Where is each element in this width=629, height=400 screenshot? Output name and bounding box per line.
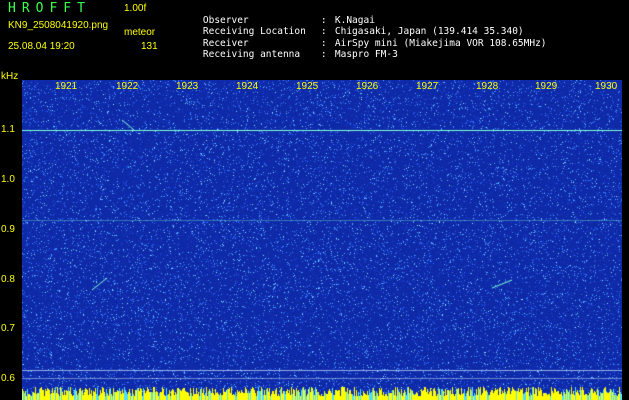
- info-value: Maspro FM-3: [334, 49, 398, 60]
- observation-info: Observer: K.Nagai Receiving Location: Chig…: [180, 3, 547, 61]
- app-title: HROFFT: [8, 1, 91, 16]
- x-tick-label: 1930: [595, 81, 618, 92]
- info-colon: :: [320, 26, 327, 37]
- datetime-label: 25.08.04 19:20: [8, 41, 75, 52]
- info-key: Receiver: [202, 37, 249, 49]
- x-tick-label: 1927: [416, 81, 439, 92]
- x-tick-label: 1929: [535, 81, 558, 92]
- info-value: K.Nagai: [334, 14, 375, 26]
- info-colon: :: [320, 49, 327, 60]
- info-key: Receiving Location: [202, 26, 306, 37]
- x-tick-label: 1923: [176, 81, 199, 92]
- mode-label: meteor: [124, 27, 156, 38]
- info-key: Receiving antenna: [202, 49, 301, 60]
- x-tick-label: 1922: [116, 81, 139, 92]
- y-tick-label: 0.7: [1, 323, 15, 334]
- info-row-observer: Observer: K.Nagai: [180, 3, 547, 26]
- y-tick-label: 0.8: [1, 274, 15, 285]
- info-colon: :: [320, 37, 327, 49]
- y-tick-label: 1.1: [1, 124, 15, 135]
- info-colon: :: [320, 14, 327, 26]
- info-value: Chigasaki, Japan (139.414 35.340): [334, 26, 524, 37]
- info-key: Observer: [202, 14, 249, 26]
- x-tick-label: 1921: [55, 81, 78, 92]
- x-tick-label: 1924: [236, 81, 259, 92]
- y-tick-label: 1.0: [1, 174, 15, 185]
- x-tick-label: 1928: [476, 81, 499, 92]
- x-tick-label: 1925: [296, 81, 319, 92]
- info-value: AirSpy mini (Miakejima VOR 108.65MHz): [334, 37, 547, 49]
- x-tick-label: 1926: [356, 81, 379, 92]
- spectrogram-edge: [622, 80, 629, 400]
- y-tick-label: 0.9: [1, 224, 15, 235]
- frequency-unit: kHz: [1, 71, 19, 82]
- filename-label: KN9_2508041920.png: [8, 20, 109, 31]
- y-tick-label: 0.6: [1, 373, 15, 384]
- version-label: 1.00f: [124, 3, 147, 14]
- spectrogram-display: [22, 80, 622, 400]
- count-label: 131: [141, 41, 158, 52]
